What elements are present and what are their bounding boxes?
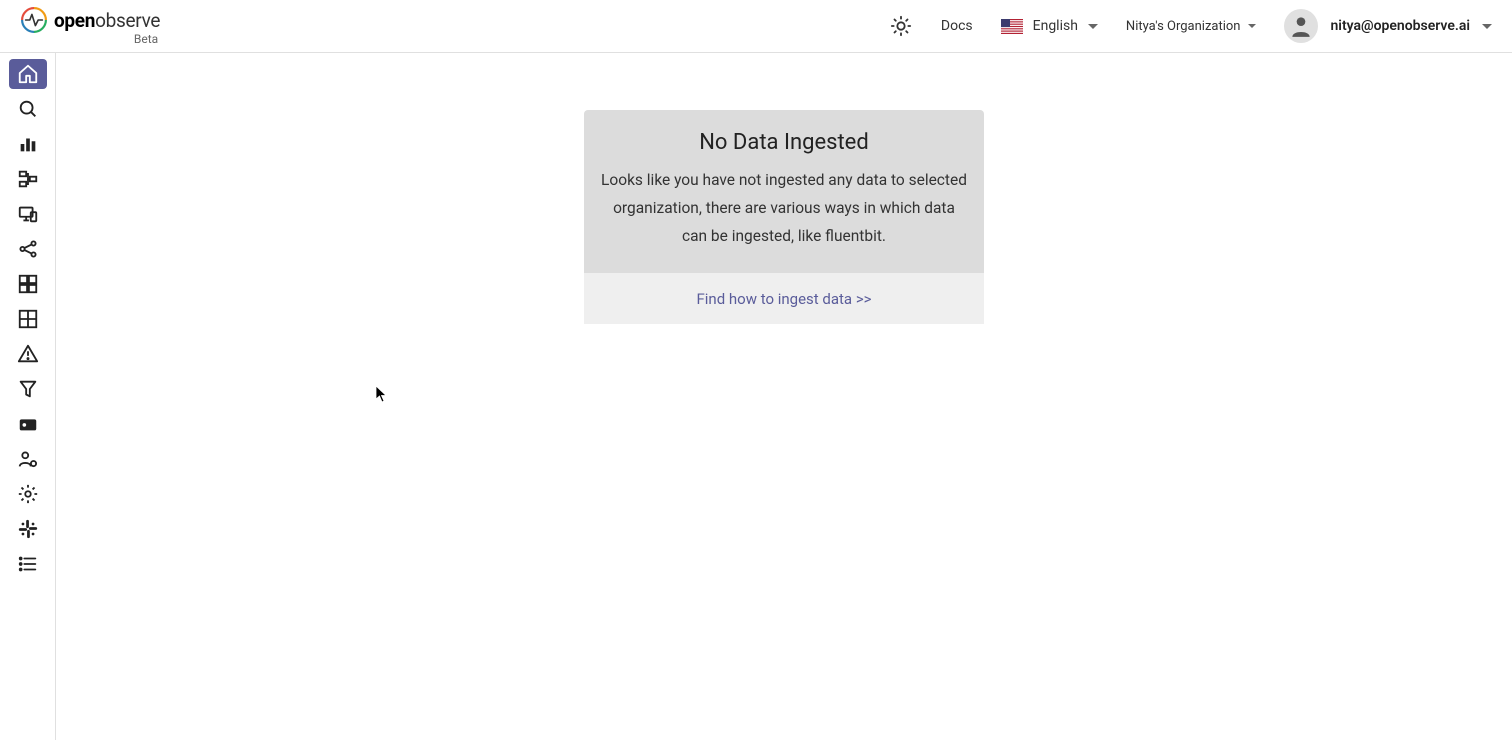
user-menu[interactable]: nitya@openobserve.ai: [1284, 9, 1492, 43]
user-settings-icon: [17, 448, 39, 470]
avatar: [1284, 9, 1318, 43]
sidebar-item-rum[interactable]: [9, 199, 47, 229]
beta-badge: Beta: [134, 32, 158, 46]
sidebar-item-slack[interactable]: [9, 514, 47, 544]
funnel-icon: [17, 378, 39, 400]
chevron-down-icon: [1248, 24, 1256, 28]
sidebar-item-home[interactable]: [9, 59, 47, 89]
sidebar-item-traces[interactable]: [9, 164, 47, 194]
sidebar-item-iam[interactable]: [9, 444, 47, 474]
organization-label: Nitya's Organization: [1126, 19, 1241, 34]
theme-toggle-button[interactable]: [889, 14, 913, 38]
empty-state-description: Looks like you have not ingested any dat…: [600, 167, 968, 251]
sidebar-item-functions[interactable]: [9, 374, 47, 404]
sidebar-item-alerts[interactable]: [9, 339, 47, 369]
us-flag-icon: [1001, 19, 1023, 34]
traces-icon: [17, 168, 39, 190]
grid-icon: [17, 308, 39, 330]
chevron-down-icon: [1482, 24, 1492, 29]
user-email: nitya@openobserve.ai: [1330, 18, 1470, 34]
header: openobserve Beta Docs: [0, 0, 1512, 53]
dashboard-icon: [17, 273, 39, 295]
chevron-down-icon: [1088, 24, 1098, 29]
sidebar-item-dashboards[interactable]: [9, 269, 47, 299]
language-label: English: [1033, 18, 1078, 34]
empty-state-body: No Data Ingested Looks like you have not…: [584, 110, 984, 273]
sidebar-item-settings[interactable]: [9, 479, 47, 509]
sidebar-item-streams[interactable]: [9, 304, 47, 334]
header-right: Docs English Nitya's Organization: [889, 9, 1492, 43]
slack-icon: [17, 518, 39, 540]
docs-link[interactable]: Docs: [941, 18, 973, 34]
user-icon: [1288, 13, 1314, 39]
share-nodes-icon: [17, 238, 39, 260]
home-icon: [17, 63, 39, 85]
search-icon: [17, 98, 39, 120]
logo-text: openobserve: [54, 9, 160, 32]
bar-chart-icon: [17, 133, 39, 155]
brand-logo[interactable]: openobserve Beta: [20, 6, 160, 46]
organization-selector[interactable]: Nitya's Organization: [1126, 19, 1257, 34]
alert-triangle-icon: [17, 343, 39, 365]
sidebar-item-search[interactable]: [9, 94, 47, 124]
sidebar-item-list[interactable]: [9, 549, 47, 579]
logo-mark-icon: [20, 6, 48, 34]
language-selector[interactable]: English: [1001, 18, 1098, 34]
sidebar-item-metrics[interactable]: [9, 129, 47, 159]
list-icon: [17, 553, 39, 575]
sidebar: [0, 53, 56, 740]
upload-card-icon: [17, 413, 39, 435]
empty-state-card: No Data Ingested Looks like you have not…: [584, 110, 984, 740]
sidebar-item-pipelines[interactable]: [9, 234, 47, 264]
empty-state-footer: Find how to ingest data >>: [584, 273, 984, 324]
gear-icon: [17, 483, 39, 505]
sun-icon: [890, 15, 912, 37]
main-content: No Data Ingested Looks like you have not…: [56, 53, 1512, 740]
empty-state-title: No Data Ingested: [600, 130, 968, 155]
sidebar-item-ingestion[interactable]: [9, 409, 47, 439]
ingest-data-link[interactable]: Find how to ingest data >>: [696, 290, 871, 308]
devices-icon: [17, 203, 39, 225]
